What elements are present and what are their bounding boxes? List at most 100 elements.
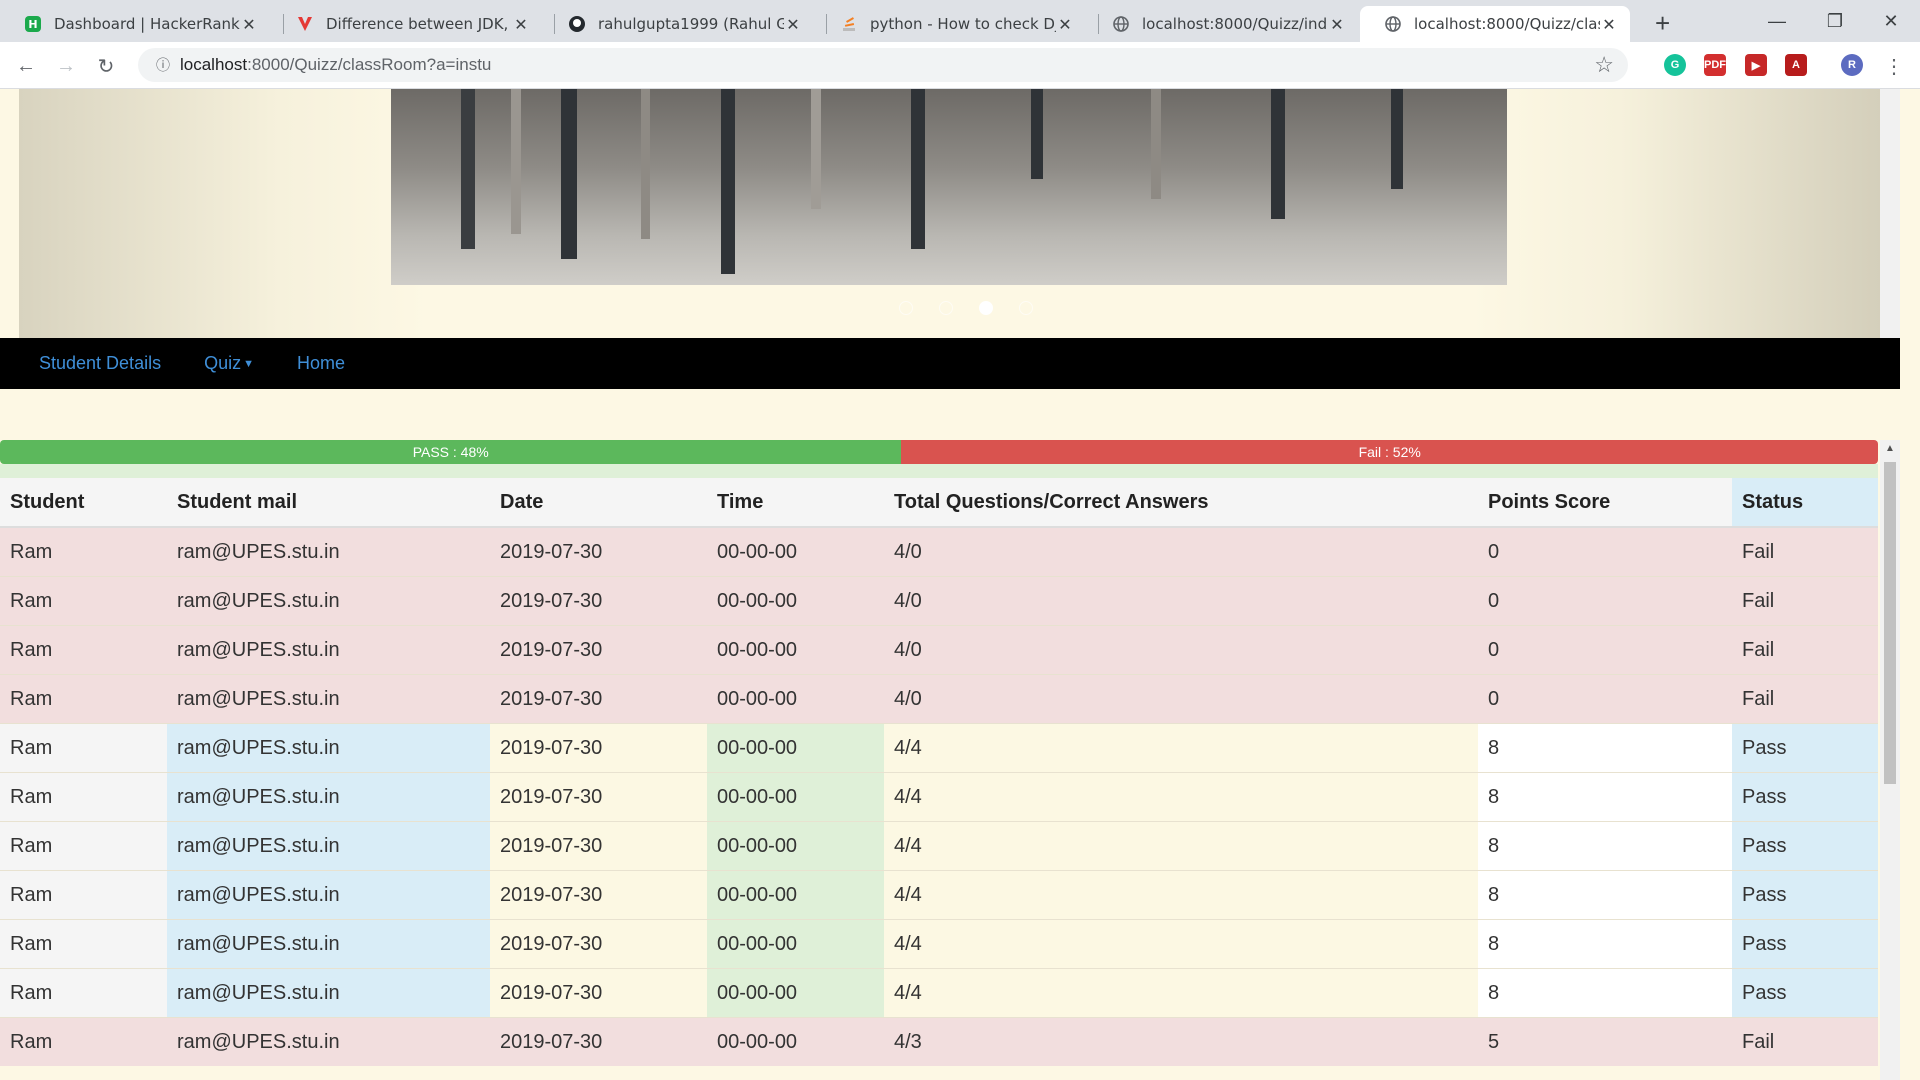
svg-text:H: H [28, 18, 37, 31]
cell-student: Ram [0, 576, 167, 626]
cell-time: 00-00-00 [707, 870, 884, 920]
address-bar[interactable]: ⓘ localhost:8000/Quizz/classRoom?a=instu… [138, 48, 1628, 82]
chair-leg [461, 89, 475, 249]
scrollbar-thumb[interactable] [1884, 462, 1896, 784]
cell-mail: ram@UPES.stu.in [167, 968, 490, 1018]
cell-time: 00-00-00 [707, 919, 884, 969]
column-header: Student mail [167, 478, 490, 528]
cell-student: Ram [0, 625, 167, 675]
close-icon[interactable]: ✕ [784, 15, 802, 34]
scroll-up-icon[interactable]: ▲ [1880, 440, 1900, 458]
carousel-dot[interactable] [899, 301, 913, 315]
cell-date: 2019-07-30 [490, 576, 707, 626]
table-scrollbar[interactable]: ▲ [1880, 440, 1900, 1080]
chair-leg [1031, 89, 1043, 179]
nav-quiz-dropdown[interactable]: Quiz ▼ [204, 353, 254, 374]
reload-icon[interactable]: ↻ [92, 52, 120, 80]
classroom-photo [391, 89, 1507, 285]
cell-status: Pass [1732, 723, 1878, 773]
table-row: Ram ram@UPES.stu.in 2019-07-30 00-00-00 4/0 0… [0, 625, 1878, 675]
cell-status: Pass [1732, 772, 1878, 822]
column-header: Date [490, 478, 707, 528]
cell-time: 00-00-00 [707, 625, 884, 675]
image-carousel [19, 89, 1880, 339]
tab-quizz-classroom[interactable]: localhost:8000/Quizz/classRoom ✕ [1360, 6, 1630, 42]
cell-time: 00-00-00 [707, 723, 884, 773]
progress-fail-segment: Fail : 52% [901, 440, 1878, 464]
cell-student: Ram [0, 772, 167, 822]
carousel-dot[interactable] [1019, 301, 1033, 315]
tab-title: localhost:8000/Quizz/index [1142, 15, 1328, 33]
tab-title: localhost:8000/Quizz/classRoom [1414, 15, 1600, 33]
avatar[interactable]: R [1841, 54, 1863, 76]
table-header-row: Student Student mail Date Time Total Que… [0, 478, 1878, 528]
cell-mail: ram@UPES.stu.in [167, 625, 490, 675]
cell-qa: 4/4 [884, 772, 1478, 822]
cell-status: Fail [1732, 526, 1878, 577]
pdf-extension-icon[interactable]: PDF [1704, 54, 1726, 76]
minimize-icon[interactable]: — [1748, 0, 1806, 42]
divider-strip [0, 464, 1878, 478]
info-icon[interactable]: ⓘ [146, 55, 180, 75]
close-icon[interactable]: ✕ [1056, 15, 1074, 34]
nav-quiz-label: Quiz [204, 353, 242, 373]
tab-hackerrank[interactable]: H Dashboard | HackerRank ✕ [0, 6, 270, 42]
tab-github[interactable]: rahulgupta1999 (Rahul Gupta ✕ [544, 6, 814, 42]
cell-score: 8 [1478, 870, 1732, 920]
cell-score: 0 [1478, 674, 1732, 724]
cell-student: Ram [0, 526, 167, 577]
cell-qa: 4/4 [884, 821, 1478, 871]
window-close-icon[interactable]: ✕ [1862, 0, 1920, 42]
carousel-indicators [899, 301, 1033, 315]
table-row: Ram ram@UPES.stu.in 2019-07-30 00-00-00 4/0 0… [0, 526, 1878, 577]
close-icon[interactable]: ✕ [1600, 15, 1618, 34]
column-header: Total Questions/Correct Answers [884, 478, 1478, 528]
cell-score: 8 [1478, 772, 1732, 822]
cell-student: Ram [0, 723, 167, 773]
chair-leg [911, 89, 925, 249]
chair-leg [811, 89, 821, 209]
video-extension-icon[interactable]: ▶ [1745, 54, 1767, 76]
carousel-dot[interactable] [939, 301, 953, 315]
chair-leg [561, 89, 577, 259]
cell-qa: 4/4 [884, 919, 1478, 969]
chair-leg [1151, 89, 1161, 199]
table-row: Ram ram@UPES.stu.in 2019-07-30 00-00-00 4/4 8… [0, 821, 1878, 871]
restore-icon[interactable]: ❐ [1806, 0, 1864, 42]
cell-status: Pass [1732, 919, 1878, 969]
column-header: Student [0, 478, 167, 528]
forward-arrow-icon[interactable]: → [52, 52, 80, 80]
bookmark-star-icon[interactable]: ☆ [1594, 52, 1614, 78]
tab-geeks[interactable]: Difference between JDK, JRE ✕ [272, 6, 542, 42]
close-icon[interactable]: ✕ [240, 15, 258, 34]
back-arrow-icon[interactable]: ← [12, 52, 40, 80]
cell-mail: ram@UPES.stu.in [167, 576, 490, 626]
nav-home[interactable]: Home [297, 353, 345, 374]
tab-quizz-index[interactable]: localhost:8000/Quizz/index ✕ [1088, 6, 1358, 42]
close-icon[interactable]: ✕ [512, 15, 530, 34]
close-icon[interactable]: ✕ [1328, 15, 1346, 34]
menu-kebab-icon[interactable]: ⋮ [1880, 52, 1908, 80]
page-scrollbar-track[interactable] [1880, 89, 1900, 338]
cell-student: Ram [0, 919, 167, 969]
nav-student-details[interactable]: Student Details [39, 353, 161, 374]
profile-initial: R [1848, 59, 1856, 71]
page-content: Student Details Quiz ▼ Home PASS : 48% Fa… [0, 89, 1920, 1080]
tab-title: Dashboard | HackerRank [54, 15, 240, 33]
cell-date: 2019-07-30 [490, 821, 707, 871]
cell-date: 2019-07-30 [490, 772, 707, 822]
cell-score: 8 [1478, 968, 1732, 1018]
cell-date: 2019-07-30 [490, 625, 707, 675]
tab-stackoverflow[interactable]: python - How to check Django ✕ [816, 6, 1086, 42]
chair-leg [511, 89, 521, 234]
tab-title: Difference between JDK, JRE [326, 15, 512, 33]
new-tab-button[interactable]: + [1655, 8, 1670, 39]
cell-qa: 4/3 [884, 1017, 1478, 1066]
globe-icon [1112, 15, 1130, 33]
chair-leg [721, 89, 735, 274]
acrobat-icon[interactable]: A [1785, 54, 1807, 76]
grammarly-icon[interactable]: G [1664, 54, 1686, 76]
column-header: Points Score [1478, 478, 1732, 528]
url-host: localhost [180, 55, 248, 74]
carousel-dot-active[interactable] [979, 301, 993, 315]
